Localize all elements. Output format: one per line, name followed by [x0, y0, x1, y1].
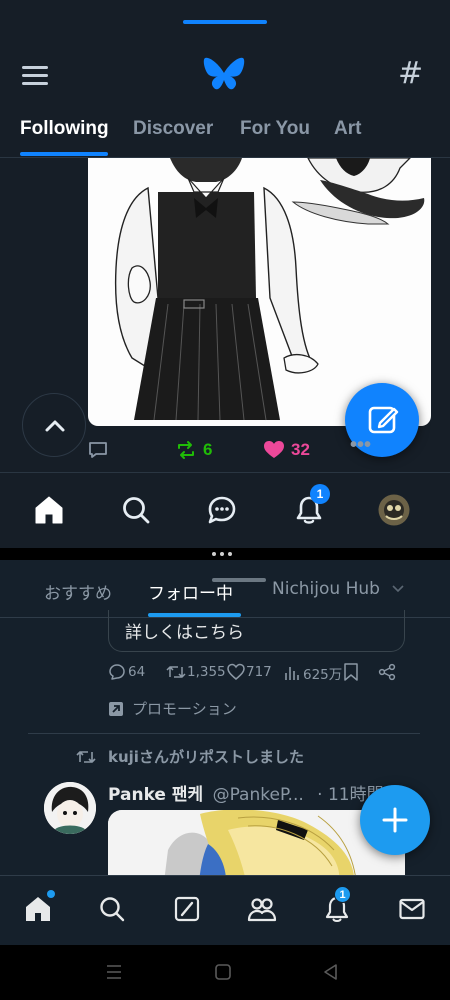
avatar — [378, 494, 410, 526]
nav-notifications[interactable]: 1 — [320, 886, 354, 926]
x-app: おすすめ フォロー中 Nichijou Hub 詳しくはこちら 64 1,355 — [0, 560, 450, 945]
repost-icon — [178, 441, 194, 459]
like-count: 717 — [246, 664, 272, 680]
nav-search[interactable] — [95, 892, 129, 926]
more-options-icon[interactable]: ••• — [350, 434, 371, 457]
views-button[interactable]: 625万 — [283, 663, 342, 683]
bookmark-button[interactable] — [343, 663, 359, 681]
bottom-navigation: 1 — [0, 875, 450, 945]
tab-recommended[interactable]: おすすめ — [44, 579, 112, 604]
bookmark-icon — [344, 663, 358, 681]
drag-handle[interactable] — [212, 578, 266, 582]
view-count: 625万 — [303, 667, 343, 683]
nav-communities[interactable] — [245, 892, 279, 926]
window-handle[interactable] — [183, 20, 267, 24]
reply-count: 64 — [128, 664, 146, 680]
post-actions: 6 32 ••• — [0, 434, 450, 468]
like-button[interactable]: 717 — [227, 663, 272, 681]
reply-button[interactable]: 64 — [108, 663, 145, 681]
nav-chat[interactable] — [199, 487, 245, 533]
system-navigation-bar — [0, 945, 450, 1000]
new-content-dot — [47, 890, 55, 898]
people-icon — [247, 898, 277, 922]
search-icon — [123, 497, 150, 524]
repost-button[interactable]: 1,355 — [166, 663, 226, 681]
bluesky-app: # Following Discover For You Art 6 32 ••… — [0, 0, 450, 548]
promoted-arrow-icon — [109, 701, 123, 716]
share-icon — [378, 663, 396, 681]
plus-icon — [382, 807, 408, 833]
tab-nichijou-hub-label: Nichijou Hub — [272, 579, 380, 599]
repost-notice-text: kujiさんがリポストしました — [108, 748, 304, 766]
share-button[interactable] — [378, 663, 396, 681]
learn-more-button[interactable]: 詳しくはこちら — [108, 610, 405, 652]
tab-discover[interactable]: Discover — [133, 118, 213, 140]
tab-for-you[interactable]: For You — [240, 118, 310, 140]
nav-messages[interactable] — [395, 892, 429, 926]
back-triangle-icon — [324, 964, 337, 980]
analytics-bars-icon — [285, 667, 299, 680]
tweet-author[interactable]: Panke 팬케 @PankeP... · 11時間 — [108, 780, 384, 805]
split-handle-icon[interactable] — [212, 552, 232, 556]
home-icon — [35, 496, 63, 524]
chat-bubble-icon — [208, 496, 236, 524]
reply-bubble-icon — [89, 442, 107, 458]
menu-icon[interactable] — [22, 66, 48, 86]
grok-icon — [174, 896, 200, 922]
nav-search[interactable] — [113, 487, 159, 533]
tab-nichijou-hub[interactable]: Nichijou Hub — [272, 579, 405, 599]
nav-profile-avatar[interactable] — [371, 487, 417, 533]
ad-actions: 64 1,355 717 625万 — [108, 663, 408, 687]
recent-apps-button[interactable] — [105, 963, 123, 985]
bottom-navigation: 1 — [0, 473, 450, 548]
notifications-badge: 1 — [334, 886, 351, 903]
home-icon — [26, 897, 50, 921]
envelope-icon — [399, 898, 425, 920]
divider — [28, 733, 420, 734]
repost-count: 6 — [203, 440, 213, 459]
promotion-label: プロモーション — [108, 698, 237, 719]
back-button[interactable] — [322, 963, 340, 985]
menu-lines-icon — [107, 965, 121, 979]
like-button[interactable]: 32 — [263, 440, 310, 460]
repost-icon — [166, 666, 186, 678]
notifications-badge: 1 — [310, 484, 330, 504]
repost-count: 1,355 — [187, 664, 226, 680]
heart-icon — [227, 663, 245, 680]
nav-home[interactable] — [21, 890, 55, 926]
author-handle: @PankeP... — [212, 785, 304, 805]
square-home-icon — [215, 964, 231, 980]
butterfly-logo-icon — [203, 57, 245, 90]
reply-button[interactable] — [88, 440, 108, 460]
heart-icon — [264, 441, 284, 458]
author-name: Panke 팬케 — [108, 785, 204, 805]
search-icon — [100, 897, 125, 922]
repost-notice: kujiさんがリポストしました — [76, 746, 304, 767]
new-post-button[interactable] — [360, 785, 430, 855]
repost-icon — [76, 750, 96, 763]
tab-following[interactable]: フォロー中 — [148, 579, 233, 604]
nav-grok[interactable] — [170, 892, 204, 926]
feeds-hash-icon[interactable]: # — [398, 56, 423, 91]
like-count: 32 — [291, 440, 310, 459]
tab-following[interactable]: Following — [20, 118, 109, 140]
nav-home[interactable] — [26, 487, 72, 533]
promotion-text: プロモーション — [132, 700, 237, 718]
repost-button[interactable]: 6 — [175, 440, 212, 460]
chevron-down-icon — [392, 585, 404, 593]
active-tab-indicator — [20, 152, 108, 156]
reply-bubble-icon — [109, 664, 125, 680]
nav-notifications[interactable]: 1 — [286, 484, 332, 533]
author-avatar[interactable] — [44, 782, 96, 834]
avatar — [44, 782, 96, 834]
home-button[interactable] — [214, 963, 232, 985]
tab-art[interactable]: Art — [334, 118, 361, 140]
